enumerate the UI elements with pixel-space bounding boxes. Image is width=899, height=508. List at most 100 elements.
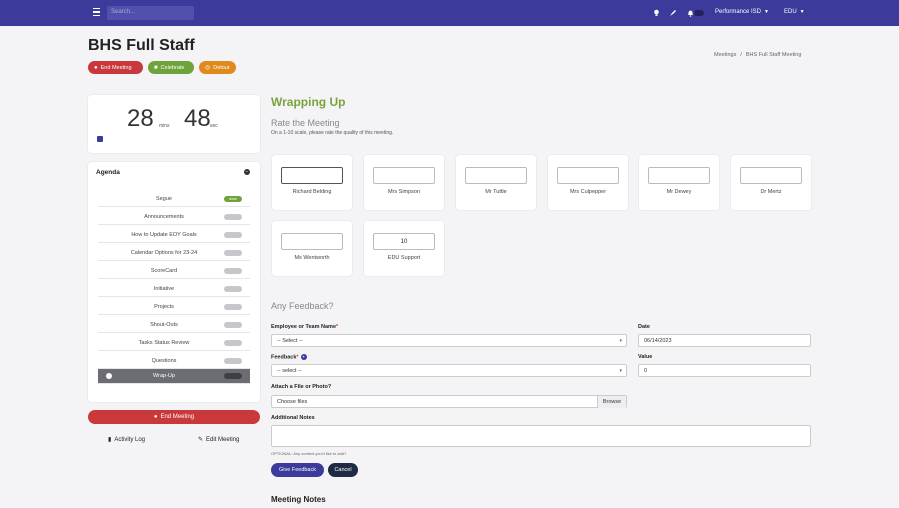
celebrate-button[interactable]: ■ Celebrate [148, 61, 194, 74]
rating-input[interactable] [281, 167, 343, 184]
rating-name: Ms Wentworth [294, 255, 330, 261]
feedback-select-value: -- select -- [277, 368, 302, 374]
feedback-select[interactable]: -- select -- ▾ [271, 364, 627, 377]
rating-input[interactable] [465, 167, 527, 184]
agenda-item[interactable]: Projects [98, 300, 250, 315]
top-navbar: Search... Performance ISD ▼ EDU ▼ [0, 0, 899, 26]
edit-meeting-label: Edit Meeting [206, 436, 240, 443]
breadcrumb: Meetings / BHS Full Staff Meeting [714, 52, 801, 58]
agenda-item-label: Projects [154, 304, 174, 310]
timer-seconds: 48 [184, 105, 211, 132]
chevron-down-icon: ▼ [799, 9, 805, 15]
end-meeting-sidebar-button[interactable]: ● End Meeting [88, 410, 260, 424]
file-input-value: Choose files [277, 399, 308, 405]
employee-select[interactable]: -- Select -- ▾ [271, 334, 627, 347]
agenda-item-badge [224, 214, 242, 220]
value-input[interactable]: 0 [638, 364, 811, 377]
agenda-item[interactable]: How to Update EOY Goals [98, 228, 250, 243]
rating-name: Dr Mertz [760, 189, 782, 195]
rate-meeting-title: Rate the Meeting [271, 118, 340, 128]
bell-icon[interactable] [687, 9, 694, 17]
rating-input[interactable] [648, 167, 710, 184]
agenda-item-badge [224, 373, 242, 379]
agenda-item-label: Initiative [153, 286, 175, 292]
rating-input[interactable] [373, 167, 435, 184]
activity-log-label: Activity Log [114, 436, 145, 443]
edit-meeting-link[interactable]: ✎ Edit Meeting [198, 436, 240, 444]
pencil-icon: ✎ [198, 437, 204, 443]
agenda-item-badge [224, 322, 242, 328]
notes-help-text: OPTIONAL: Any context you'd like to add? [271, 451, 347, 456]
notes-textarea[interactable] [271, 425, 811, 447]
user-menu[interactable]: EDU ▼ [784, 9, 805, 15]
agenda-item[interactable]: Announcements [98, 210, 250, 225]
breadcrumb-separator: / [740, 52, 742, 58]
timer-minutes-unit: mins [159, 123, 170, 129]
cancel-button[interactable]: Cancel [328, 463, 358, 477]
agenda-item-label: Announcements [144, 214, 184, 220]
hamburger-menu-icon[interactable] [93, 8, 100, 17]
agenda-item[interactable]: ScoreCard [98, 264, 250, 279]
agenda-item[interactable]: Initiative [98, 282, 250, 297]
file-input[interactable]: Choose files Browse [271, 395, 627, 408]
agenda-item-label: How to Update EOY Goals [131, 232, 197, 238]
agenda-item-label: Tasks Status Review [138, 340, 190, 346]
collapse-icon[interactable]: − [244, 169, 250, 175]
chevron-down-icon: ▼ [764, 9, 769, 15]
agenda-item[interactable]: Segue done [98, 192, 250, 207]
notification-toggle[interactable] [694, 10, 704, 16]
agenda-item-badge [224, 304, 242, 310]
detour-button[interactable]: ◎ Detour [199, 61, 236, 74]
agenda-item-badge [224, 250, 242, 256]
rating-name: Mrs Culpepper [569, 189, 607, 195]
end-meeting-sidebar-label: End Meeting [160, 414, 195, 420]
give-feedback-button[interactable]: Give Feedback [271, 463, 324, 477]
info-icon[interactable]: + [300, 354, 307, 360]
rating-card: 10 EDU Support [364, 221, 444, 276]
rocket-icon[interactable] [669, 9, 676, 17]
lightbulb-icon[interactable] [653, 9, 660, 17]
rating-input[interactable] [557, 167, 619, 184]
agenda-item[interactable]: Tasks Status Review [98, 336, 250, 351]
employee-label: Employee or Team Name* [271, 324, 338, 330]
breadcrumb-current: BHS Full Staff Meeting [745, 52, 802, 58]
feedback-title: Any Feedback? [271, 301, 334, 311]
rating-card: Richard Belding [272, 155, 352, 210]
rating-input[interactable]: 10 [373, 233, 435, 250]
timer-minutes: 28 [127, 105, 154, 132]
agenda-item-badge [224, 232, 242, 238]
agenda-item-label: Calendar Options for 23-24 [130, 250, 198, 256]
detour-label: Detour [213, 64, 230, 71]
required-mark: * [336, 324, 339, 330]
employee-select-value: -- Select -- [277, 338, 303, 344]
notes-label: Additional Notes [271, 415, 315, 421]
agenda-item-label: ScoreCard [150, 268, 178, 274]
stop-icon: ● [94, 64, 98, 71]
timer-control-button[interactable] [97, 136, 103, 142]
meeting-notes-title: Meeting Notes [271, 495, 326, 504]
search-input[interactable]: Search... [107, 6, 194, 20]
employee-label-text: Employee or Team Name [271, 324, 337, 330]
agenda-item[interactable]: Shout-Outs [98, 318, 250, 333]
agenda-item-label: Segue [156, 196, 172, 202]
breadcrumb-meetings-link[interactable]: Meetings [714, 52, 736, 58]
agenda-item-badge: done [224, 196, 242, 202]
agenda-item[interactable]: Questions [98, 354, 250, 369]
required-mark: * [296, 354, 299, 361]
rating-input[interactable] [740, 167, 802, 184]
agenda-item-active[interactable]: Wrap-Up [98, 369, 250, 384]
rating-card: Dr Mertz [731, 155, 811, 210]
browse-button[interactable]: Browse [597, 396, 626, 408]
activity-log-link[interactable]: ▮ Activity Log [108, 436, 145, 444]
agenda-item[interactable]: Calendar Options for 23-24 [98, 246, 250, 261]
rating-card: Ms Wentworth [272, 221, 352, 276]
org-menu[interactable]: Performance ISD ▼ [715, 9, 769, 15]
end-meeting-button[interactable]: ● End Meeting [88, 61, 143, 74]
date-label: Date [638, 324, 650, 330]
timer-seconds-unit: sec [210, 123, 218, 129]
gift-icon: ■ [154, 64, 158, 71]
date-input[interactable]: 06/14/2023 [638, 334, 811, 347]
rating-input[interactable] [281, 233, 343, 250]
agenda-item-badge [224, 358, 242, 364]
rating-card: Mrs Culpepper [548, 155, 628, 210]
